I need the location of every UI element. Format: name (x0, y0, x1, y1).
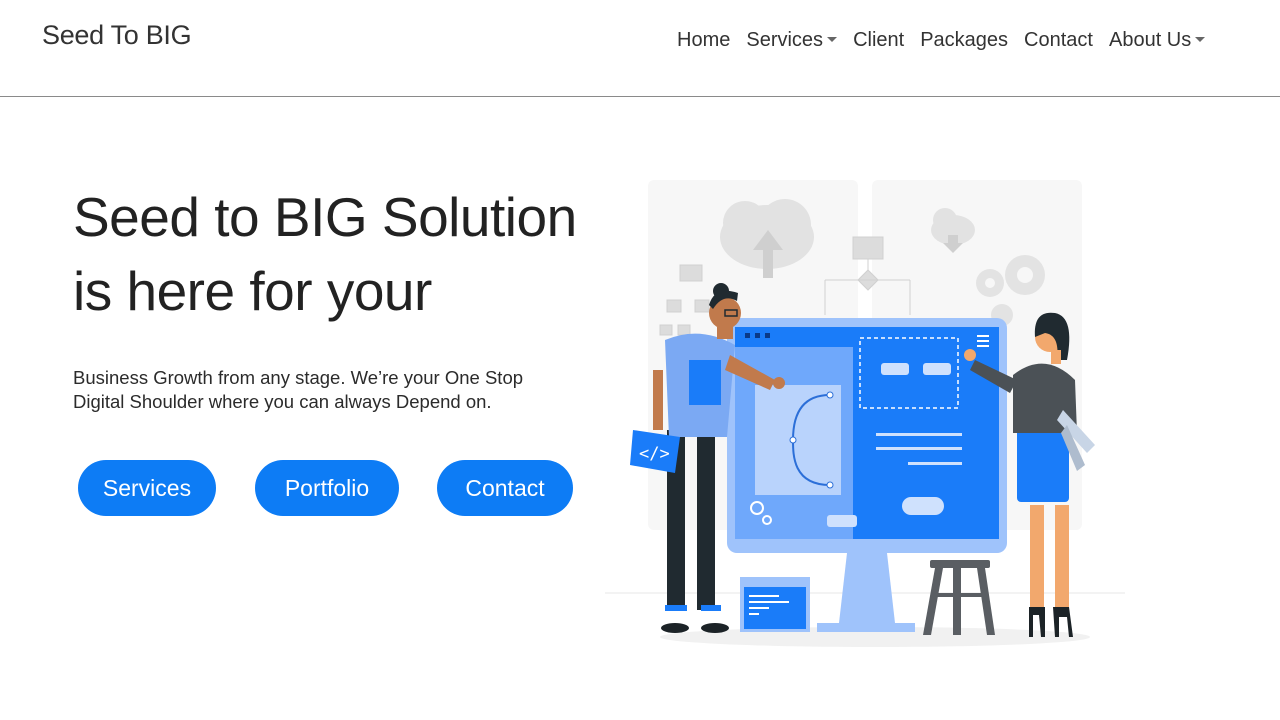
contact-button[interactable]: Contact (437, 460, 573, 516)
hero-illustration: </> (605, 175, 1135, 655)
nav-home[interactable]: Home (677, 29, 730, 52)
web-design-illustration: </> (605, 180, 1125, 647)
code-icon: </> (639, 444, 670, 464)
stool (923, 560, 995, 635)
hero-title-line1: Seed to BIG Solution (73, 186, 577, 248)
nav-client-label: Client (853, 29, 905, 51)
nav-about-label: About Us (1108, 29, 1192, 51)
hero-subtitle-line1: Business Growth from any stage. We’re yo… (73, 367, 524, 388)
nav-contact-label: Contact (1024, 29, 1093, 51)
hero-subtitle: Business Growth from any stage. We’re yo… (73, 366, 533, 414)
brand-logo[interactable]: Seed To BIG (42, 20, 192, 51)
nav-home-label: Home (677, 29, 731, 51)
nav-packages-label: Packages (920, 29, 1009, 51)
services-button[interactable]: Services (78, 460, 216, 516)
chevron-down-icon (1195, 37, 1206, 42)
nav-client[interactable]: Client (853, 29, 904, 52)
nav-services-label: Services (746, 29, 824, 51)
chevron-down-icon (827, 37, 838, 42)
hero-subtitle-line2: Digital Shoulder where you can always De… (73, 391, 492, 412)
hero-title-line2: is here for your (73, 260, 432, 322)
nav-contact[interactable]: Contact (1024, 29, 1093, 52)
laptop-small (740, 577, 810, 632)
nav-about-dropdown[interactable]: About Us (1108, 29, 1206, 52)
hero-title: Seed to BIG Solution is here for your (73, 180, 613, 328)
nav-services-dropdown[interactable]: Services (746, 29, 838, 52)
portfolio-button[interactable]: Portfolio (255, 460, 399, 516)
nav-packages[interactable]: Packages (920, 29, 1008, 52)
code-card: </> (630, 430, 680, 473)
navbar: Seed To BIG Home Services Client Package… (0, 0, 1280, 97)
main-nav: Home Services Client Packages Contact Ab… (677, 29, 1221, 52)
